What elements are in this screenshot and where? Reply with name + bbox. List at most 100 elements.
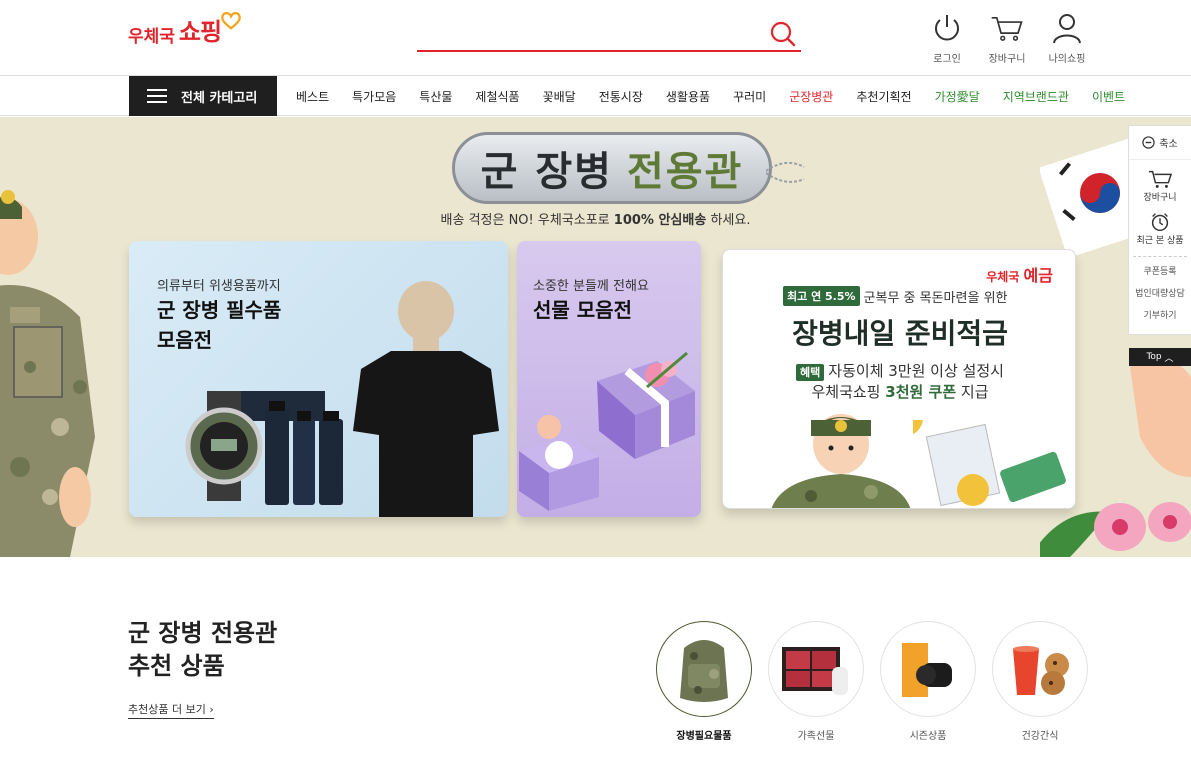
nav-item[interactable]: 생활용품	[666, 88, 710, 105]
nav-item[interactable]: 이벤트	[1092, 88, 1125, 105]
banner-title-part1: 군 장병	[480, 149, 613, 195]
quick-collapse-button[interactable]: 축소	[1129, 126, 1191, 160]
savings-benefit-line: 혜택 자동이체 3만원 이상 설정시	[723, 360, 1075, 381]
cart-button[interactable]: 장바구니	[977, 12, 1037, 65]
category-image-backpack	[656, 621, 752, 717]
login-button[interactable]: 로그인	[917, 12, 977, 65]
nav-item[interactable]: 제철식품	[475, 88, 519, 105]
gift-box-small-image	[519, 415, 599, 511]
recommend-section-title: 군 장병 전용관 추천 상품	[128, 617, 277, 683]
essentials-card-title-line1: 군 장병 필수품	[157, 298, 282, 322]
search-icon[interactable]	[769, 20, 797, 48]
nav-item[interactable]: 전통시장	[599, 88, 643, 105]
tshirt-product-image	[353, 281, 499, 517]
category-label: 가족선물	[797, 731, 835, 742]
hand-warmer-icon	[902, 643, 952, 697]
category-image-snacks	[992, 621, 1088, 717]
power-icon	[935, 15, 959, 41]
quick-divider	[1133, 256, 1187, 257]
gift-promo-card[interactable]: 소중한 분들께 전해요 선물 모음전	[517, 241, 701, 517]
quick-menu-panel: 축소 장바구니 최근 본 상품 쿠폰등록 법인대량상담 기부하기	[1128, 125, 1191, 335]
meat-gift-box-icon	[782, 647, 848, 695]
banner-title: 군 장병 전용관	[452, 132, 772, 204]
my-shopping-label: 나의쇼핑	[1048, 54, 1086, 65]
nav-item[interactable]: 군장병관	[789, 88, 833, 105]
heart-icon	[221, 12, 241, 30]
bulk-order-link[interactable]: 법인대량상담	[1129, 283, 1191, 305]
nav-item[interactable]: 추천기획전	[856, 88, 911, 105]
brand-main: 예금	[1023, 266, 1053, 285]
logo-text-big: 쇼핑	[178, 18, 222, 46]
category-family-gifts[interactable]: 가족선물	[768, 621, 864, 742]
category-label: 장병필요물품	[676, 731, 732, 742]
backpack-icon	[680, 640, 728, 702]
category-image-meat-gift	[768, 621, 864, 717]
savings-benefit-text: 자동이체 3만원 이상 설정시	[828, 362, 1004, 380]
all-categories-label: 전체 카테고리	[181, 90, 258, 106]
hero-banner: 군 장병 전용관 배송 걱정은 NO! 우체국소포로 100% 안심배송 하세요…	[0, 117, 1191, 557]
cart-label: 장바구니	[988, 54, 1026, 65]
category-label: 시즌상품	[909, 731, 947, 742]
dogtag-chain-decoration	[766, 161, 805, 183]
chevron-right-icon: ›	[209, 703, 214, 716]
benefit-badge: 혜택	[796, 364, 825, 381]
main-nav: 전체 카테고리 베스트 특가모음 특산물 제철식품 꽃배달 전통시장 생활용품 꾸러미 군장병관…	[0, 76, 1191, 116]
quick-recent-label: 최근 본 상품	[1136, 236, 1184, 246]
coupon-pre: 우체국쇼핑	[811, 383, 886, 401]
nav-item[interactable]: 특가모음	[352, 88, 396, 105]
category-seasonal[interactable]: 시즌상품	[880, 621, 976, 742]
cart-icon	[1148, 170, 1172, 188]
recommend-more-label: 추천상품 더 보기	[128, 703, 206, 716]
nav-item[interactable]: 꾸러미	[733, 88, 766, 105]
quick-cart-button[interactable]: 장바구니	[1129, 168, 1191, 203]
menu-icon	[147, 89, 167, 103]
search-input[interactable]	[417, 18, 757, 48]
quick-recent-button[interactable]: 최근 본 상품	[1129, 211, 1191, 246]
soldier-character-image	[771, 414, 911, 508]
user-icon	[1053, 14, 1081, 44]
savings-promo-card[interactable]: 우체국 예금 최고 연 5.5% 군복무 중 목돈마련을 위한 장병내일 준비적…	[722, 249, 1076, 509]
banner-subtitle-bold: 100% 안심배송	[613, 213, 707, 228]
gift-card-subtitle: 소중한 분들께 전해요	[533, 279, 649, 294]
cart-icon	[991, 16, 1023, 41]
quick-cart-label: 장바구니	[1143, 193, 1177, 203]
nav-item[interactable]: 베스트	[296, 88, 329, 105]
essentials-card-subtitle: 의류부터 위생용품까지	[157, 279, 281, 294]
category-healthy-snacks[interactable]: 건강간식	[992, 621, 1088, 742]
juice-and-cookies-icon	[1013, 646, 1069, 695]
nav-item[interactable]: 지역브랜드관	[1003, 88, 1069, 105]
essentials-promo-card[interactable]: 의류부터 위생용품까지 군 장병 필수품 모음전	[129, 241, 508, 517]
savings-card-intro: 최고 연 5.5% 군복무 중 목돈마련을 위한	[783, 286, 1008, 306]
page: 우체국 쇼핑 로그인 장바구니 나의쇼핑 전체 카테고리 베스트 특가모음 특산…	[0, 0, 1191, 780]
site-logo[interactable]: 우체국 쇼핑	[128, 12, 241, 47]
nav-item[interactable]: 특산물	[419, 88, 452, 105]
donation-link[interactable]: 기부하기	[1129, 305, 1191, 327]
coupon-register-link[interactable]: 쿠폰등록	[1129, 261, 1191, 283]
essentials-card-title-line2: 모음전	[157, 328, 213, 352]
banner-subtitle-post: 하세요.	[706, 213, 751, 228]
nav-item[interactable]: 꽃배달	[543, 88, 576, 105]
login-label: 로그인	[933, 54, 961, 65]
category-label: 건강간식	[1021, 731, 1059, 742]
gift-box-image	[597, 351, 695, 459]
header: 우체국 쇼핑 로그인 장바구니 나의쇼핑	[0, 0, 1191, 76]
nav-item[interactable]: 가정愛달	[935, 88, 980, 105]
nav-menu: 베스트 특가모음 특산물 제철식품 꽃배달 전통시장 생활용품 꾸러미 군장병관 추천기획전 가정愛…	[296, 76, 1148, 116]
post-savings-brand: 우체국 예금	[986, 262, 1053, 286]
minus-circle-icon	[1142, 136, 1155, 149]
category-military-essentials[interactable]: 장병필요물품	[656, 621, 752, 742]
category-image-seasonal	[880, 621, 976, 717]
rate-badge: 최고 연 5.5%	[783, 286, 860, 306]
my-shopping-button[interactable]: 나의쇼핑	[1037, 12, 1097, 65]
recommend-more-link[interactable]: 추천상품 더 보기 ›	[128, 701, 214, 719]
savings-intro-text: 군복무 중 목돈마련을 위한	[863, 290, 1008, 306]
gift-card-title: 선물 모음전	[533, 298, 632, 322]
scroll-top-label: Top	[1146, 352, 1162, 362]
clock-icon	[1151, 213, 1169, 232]
all-categories-button[interactable]: 전체 카테고리	[129, 76, 277, 116]
banner-subtitle: 배송 걱정은 NO! 우체국소포로 100% 안심배송 하세요.	[0, 209, 1191, 228]
scroll-top-button[interactable]: Top ︿	[1129, 348, 1191, 366]
logo-text-small: 우체국	[128, 27, 175, 47]
savings-coupon-line: 우체국쇼핑 3천원 쿠폰 지급	[723, 381, 1075, 402]
watch-product-image	[185, 391, 263, 501]
